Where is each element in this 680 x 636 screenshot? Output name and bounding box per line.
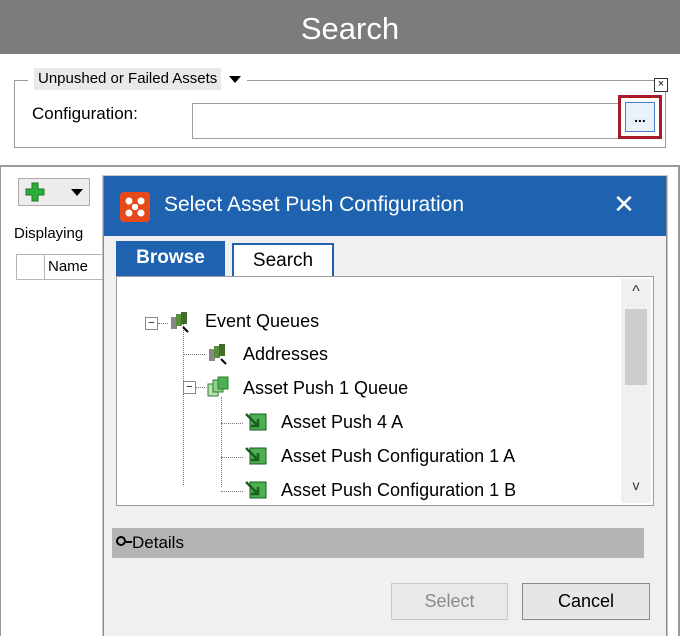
filter-dropdown[interactable]: Unpushed or Failed Assets [28,68,248,90]
expand-toggle-icon [116,536,126,546]
tab-browse[interactable]: Browse [116,241,225,277]
tree-item-asset-push-1-queue[interactable]: Asset Push 1 Queue [243,378,408,399]
filter-dropdown-label: Unpushed or Failed Assets [34,68,222,90]
dialog-titlebar: Select Asset Push Configuration ✕ [104,176,666,236]
scroll-up-icon[interactable]: ^ [621,279,651,303]
collapse-toggle-icon[interactable]: − [183,381,196,394]
panel-divider [0,165,680,167]
asset-push-config-icon [245,413,267,431]
add-button[interactable] [18,178,90,206]
addresses-icon [209,344,227,365]
tree-item-asset-push-configuration-1-a[interactable]: Asset Push Configuration 1 A [281,446,515,467]
page-title: Search [300,11,400,46]
configuration-field[interactable] [192,103,622,139]
tree-item-asset-push-configuration-1-b[interactable]: Asset Push Configuration 1 B [281,480,516,501]
select-configuration-dialog: Select Asset Push Configuration ✕ Browse… [103,176,667,636]
tab-search[interactable]: Search [232,243,334,278]
select-button[interactable]: Select [391,583,508,620]
tree-item-addresses[interactable]: Addresses [243,344,328,365]
grid-column-divider [44,254,45,280]
tree-connector [183,315,184,485]
details-expander-bar[interactable]: Details [112,528,644,558]
tree-item-event-queues[interactable]: Event Queues [205,311,319,332]
cancel-button[interactable]: Cancel [522,583,650,620]
dialog-title: Select Asset Push Configuration [164,193,465,216]
chevron-down-icon [71,189,83,196]
asset-push-config-icon [245,447,267,465]
grid-name-column-header[interactable]: Name [48,258,88,275]
scroll-down-icon[interactable]: v [621,473,651,497]
event-queues-icon [171,312,189,333]
plus-icon [25,182,45,202]
tree-connector [221,397,222,487]
chevron-down-icon [229,75,242,83]
panel-border-left [0,165,1,636]
asset-push-config-icon [245,481,267,499]
tree-connector [221,457,243,458]
details-label: Details [132,533,184,552]
configuration-tree: − Event Queues Addresses − Asset Push 1 … [116,276,654,506]
close-icon[interactable]: × [654,78,668,92]
tree-connector [183,354,205,355]
tree-connector [221,423,243,424]
asset-push-queue-icon [207,376,229,397]
app-logo-icon [120,192,150,222]
tree-connector [158,323,168,324]
close-icon[interactable]: ✕ [604,184,644,224]
displaying-label: Displaying [14,225,84,242]
tree-item-asset-push-4-a[interactable]: Asset Push 4 A [281,412,403,433]
browse-configuration-button[interactable]: ... [625,102,655,132]
tree-scrollbar[interactable]: ^ v [621,279,651,503]
collapse-toggle-icon[interactable]: − [145,317,158,330]
scrollbar-thumb[interactable] [625,309,647,385]
tree-connector [221,491,243,492]
browse-configuration-button-highlight[interactable]: ... [618,95,662,139]
configuration-label: Configuration: [32,104,138,123]
